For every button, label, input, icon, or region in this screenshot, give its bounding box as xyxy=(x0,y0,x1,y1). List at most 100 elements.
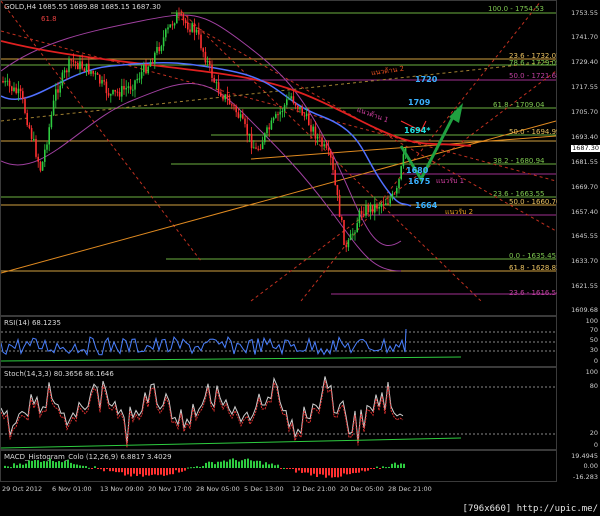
level-annotation: 1664 xyxy=(415,201,438,210)
candle-body xyxy=(125,87,127,90)
candle-body xyxy=(171,24,174,26)
macd-bar xyxy=(70,462,72,468)
price-tick: 1645.55 xyxy=(571,232,598,240)
macd-bar xyxy=(229,459,231,468)
candle-body xyxy=(200,34,202,49)
macd-bar xyxy=(361,468,363,471)
macd-bar xyxy=(370,468,372,469)
macd-bar xyxy=(259,460,261,468)
candle-body xyxy=(279,111,281,115)
macd-bar xyxy=(358,468,360,473)
candle-body xyxy=(195,29,198,33)
macd-bar xyxy=(325,468,327,478)
candle-body xyxy=(149,62,152,67)
candle-body xyxy=(132,89,134,91)
candle-body xyxy=(352,233,354,235)
candle-body xyxy=(323,144,325,147)
candle-body xyxy=(371,204,374,213)
candle-body xyxy=(224,94,226,100)
macd-bar xyxy=(274,465,276,468)
candle-body xyxy=(220,92,222,97)
candle-body xyxy=(151,62,154,64)
candle-body xyxy=(127,86,130,88)
macd-bar xyxy=(109,468,111,472)
candle-body xyxy=(160,46,163,52)
macd-bar xyxy=(235,460,237,468)
macd-bar xyxy=(316,468,318,477)
stoch-chart xyxy=(1,376,558,449)
candle-body xyxy=(235,106,237,113)
candle-body xyxy=(19,88,22,92)
stoch-trendline xyxy=(1,437,462,449)
level-annotation: 1680 xyxy=(406,166,429,175)
candle-body xyxy=(79,61,81,70)
stoch-axis: 100 80 20 0 xyxy=(557,367,600,450)
candle-body xyxy=(24,99,26,114)
candle-body xyxy=(121,86,123,97)
fib-label: 38.2 - 1680.94 xyxy=(493,157,545,165)
macd-bar xyxy=(49,458,51,468)
rsi-pane[interactable]: RSI(14) 68.1235 xyxy=(0,316,558,367)
macd-bar xyxy=(163,468,165,476)
candle-body xyxy=(380,204,383,207)
candle-body xyxy=(165,29,167,38)
candle-body xyxy=(147,66,149,74)
macd-bar xyxy=(22,464,24,468)
candle-body xyxy=(6,80,9,82)
candle-body xyxy=(68,59,70,73)
candle-body xyxy=(257,148,259,150)
macd-bar xyxy=(4,465,6,468)
fib-label: 23.6 - 1663.55 xyxy=(493,190,545,198)
macd-bar xyxy=(106,468,108,470)
macd-bar xyxy=(76,464,78,468)
candle-body xyxy=(338,195,341,218)
macd-bar xyxy=(244,459,246,468)
candle-body xyxy=(158,46,160,52)
macd-bar xyxy=(193,467,195,469)
candle-body xyxy=(15,87,17,94)
trendline xyxy=(1,30,557,182)
candle-body xyxy=(103,80,105,82)
candle-body xyxy=(28,125,31,129)
candle-body xyxy=(213,77,215,83)
candle-body xyxy=(61,72,64,86)
macd-bar xyxy=(178,468,180,473)
rsi-chart xyxy=(1,328,558,362)
candle-body xyxy=(92,70,94,74)
candle-body xyxy=(354,232,356,234)
candle-body xyxy=(305,113,308,117)
macd-bar xyxy=(160,468,162,475)
macd-bar xyxy=(16,465,18,468)
macd-bar xyxy=(211,462,213,468)
macd-bar xyxy=(118,468,120,473)
candle-body xyxy=(294,102,297,106)
macd-bar xyxy=(112,468,114,472)
ma-red xyxy=(1,40,472,147)
macd-bar xyxy=(67,459,69,468)
stoch-pane[interactable]: Stoch(14,3,3) 80.3656 86.1646 xyxy=(0,367,558,450)
macd-bar xyxy=(220,461,222,468)
macd-bar xyxy=(97,468,99,469)
candle-body xyxy=(347,240,350,248)
candle-body xyxy=(44,149,46,162)
candle-body xyxy=(327,148,330,151)
macd-bar xyxy=(241,460,243,468)
price-pane[interactable]: GOLD,H4 1685.55 1689.88 1685.15 1687.30 xyxy=(0,0,561,316)
candle-body xyxy=(112,89,114,95)
price-tick: 1621.55 xyxy=(571,282,598,290)
candle-body xyxy=(281,110,284,112)
macd-bar xyxy=(277,464,279,468)
candle-body xyxy=(356,223,358,233)
macd-bar xyxy=(301,468,303,473)
candle-body xyxy=(99,74,101,84)
fib-label: 0.0 - 1635.45 xyxy=(509,252,557,260)
macd-bar xyxy=(349,468,351,475)
candle-body xyxy=(173,23,176,26)
candle-body xyxy=(391,193,394,199)
candle-body xyxy=(101,80,103,84)
candle-body xyxy=(248,133,251,136)
macd-bar xyxy=(82,465,84,468)
candle-body xyxy=(37,156,39,162)
rsi-trendline xyxy=(1,356,462,362)
macd-pane[interactable]: MACD_Histogram_Colo (12,26,9) 6.8817 3.4… xyxy=(0,450,557,482)
